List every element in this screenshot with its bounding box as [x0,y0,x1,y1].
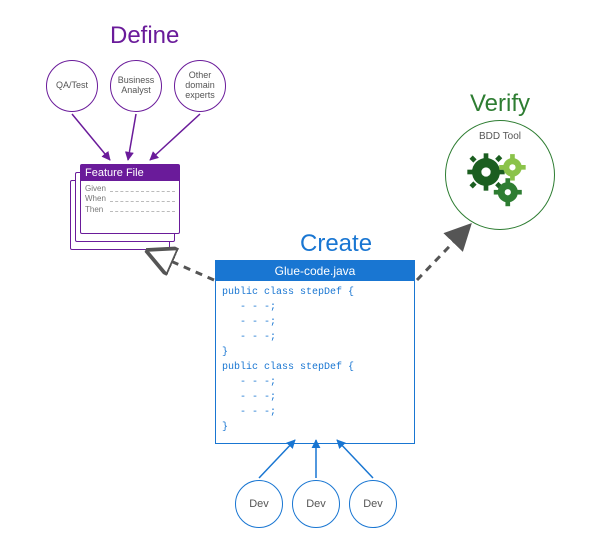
dev-1: Dev [235,480,283,528]
glue-code-body: public class stepDef { - - -; - - -; - -… [216,281,414,443]
title-create: Create [300,230,372,258]
dev-3-label: Dev [363,498,383,510]
bdd-tool-label: BDD Tool [479,131,521,142]
arrow-glue-to-bdd [417,225,470,280]
role-qa: QA/Test [46,60,98,112]
arrow-qa-to-feature [72,114,110,160]
arrow-ba-to-feature [128,114,136,160]
role-ba-label: Business Analyst [118,76,155,96]
title-verify: Verify [470,90,530,118]
dev-1-label: Dev [249,498,269,510]
arrow-dev1-to-glue [259,440,295,478]
role-ba: Business Analyst [110,60,162,112]
feature-file-body: Given When Then [81,181,179,218]
glue-code-box: Glue-code.java public class stepDef { - … [215,260,415,444]
arrow-dev3-to-glue [337,440,373,478]
dev-3: Dev [349,480,397,528]
title-define: Define [110,22,179,50]
dev-2-label: Dev [306,498,326,510]
feature-file-card-front: Feature File Given When Then [80,164,180,234]
feature-file-stack: Feature File Given When Then [70,164,180,250]
role-qa-label: QA/Test [56,81,88,91]
gears-icon [460,144,540,214]
arrow-glue-to-feature [150,252,214,280]
glue-code-filename: Glue-code.java [216,261,414,281]
keyword-then: Then [85,205,106,215]
keyword-given: Given [85,184,106,194]
arrow-other-to-feature [150,114,200,160]
bdd-tool: BDD Tool [445,120,555,230]
keyword-when: When [85,194,106,204]
dev-2: Dev [292,480,340,528]
role-other-label: Other domain experts [185,71,215,101]
feature-file-title: Feature File [81,165,179,181]
role-other: Other domain experts [174,60,226,112]
